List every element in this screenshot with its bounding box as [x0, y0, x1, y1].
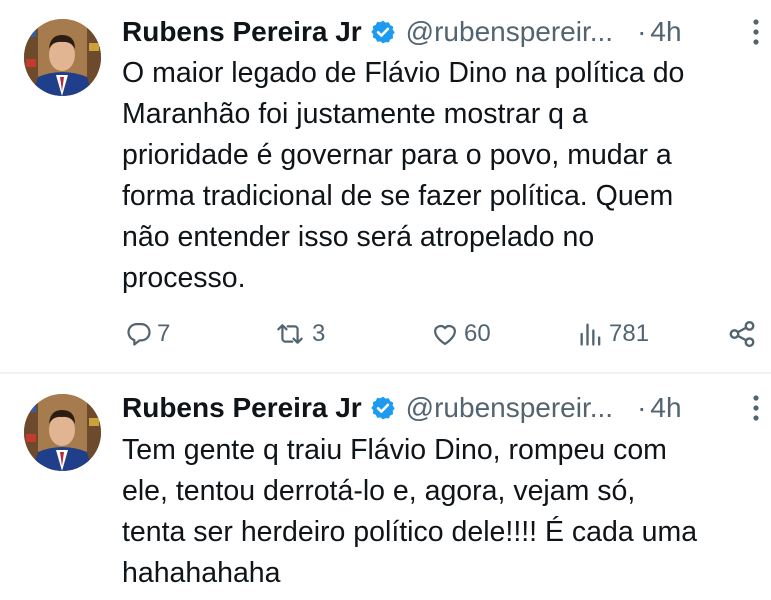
tweet-text-line: tenta ser herdeiro político dele!!!! É c… [122, 516, 698, 548]
separator-dot: · [637, 392, 647, 423]
author-handle[interactable]: @rubenspereir... [406, 16, 613, 48]
more-vertical-icon[interactable] [750, 393, 762, 423]
tweet-time[interactable]: 4h [650, 392, 681, 424]
author-name[interactable]: Rubens Pereira Jr [122, 392, 362, 424]
tweet-text-line: ele, tentou derrotá-lo e, agora, vejam s… [122, 475, 636, 507]
reply-count: 7 [157, 320, 171, 347]
views-button[interactable]: 781 [577, 312, 649, 356]
tweet-text-line: forma tradicional de se fazer política. … [122, 180, 674, 212]
views-chart-icon [580, 323, 601, 346]
tweet-time[interactable]: 4h [650, 16, 681, 48]
tweet-2[interactable]: Rubens Pereira Jr @rubenspereir... · 4h … [0, 374, 771, 600]
avatar[interactable] [24, 394, 101, 471]
author-name[interactable]: Rubens Pereira Jr [122, 16, 362, 48]
separator-dot: · [637, 16, 647, 47]
tweet-actions: 7 3 60 781 [0, 312, 771, 356]
tweet-text-line: não entender isso será atropelado no [122, 221, 595, 253]
verified-badge-icon [370, 396, 395, 420]
tweet-text-line: O maior legado de Flávio Dino na polític… [122, 57, 685, 89]
views-count: 781 [609, 320, 650, 347]
tweet-text-line: processo. [122, 262, 246, 294]
retweet-button[interactable]: 3 [272, 312, 325, 356]
avatar[interactable] [24, 19, 101, 96]
heart-icon [433, 325, 457, 346]
retweet-icon [277, 324, 303, 344]
tweet-1[interactable]: Rubens Pereira Jr @rubenspereir... · 4h … [0, 0, 771, 372]
tweet-text-line: Maranhão foi justamente mostrar q a [122, 98, 588, 130]
like-count: 60 [464, 320, 491, 347]
tweet-text-line: hahahahaha [122, 557, 281, 589]
tweet-text-line: prioridade é governar para o povo, mudar… [122, 139, 672, 171]
verified-badge-icon [370, 20, 395, 44]
more-vertical-icon[interactable] [750, 17, 762, 47]
share-icon [729, 320, 755, 348]
reply-icon [127, 322, 151, 346]
tweet-text: Tem gente q traiu Flávio Dino, rompeu co… [122, 430, 762, 594]
share-button[interactable] [727, 312, 757, 356]
author-handle[interactable]: @rubenspereir... [406, 392, 613, 424]
tweet-header: Rubens Pereira Jr @rubenspereir... · 4h [122, 12, 682, 52]
like-button[interactable]: 60 [430, 312, 491, 356]
tweet-header: Rubens Pereira Jr @rubenspereir... · 4h [122, 388, 682, 428]
tweet-text: O maior legado de Flávio Dino na polític… [122, 53, 762, 299]
retweet-count: 3 [312, 320, 326, 347]
reply-button[interactable]: 7 [125, 312, 170, 356]
tweet-text-line: Tem gente q traiu Flávio Dino, rompeu co… [122, 434, 667, 466]
